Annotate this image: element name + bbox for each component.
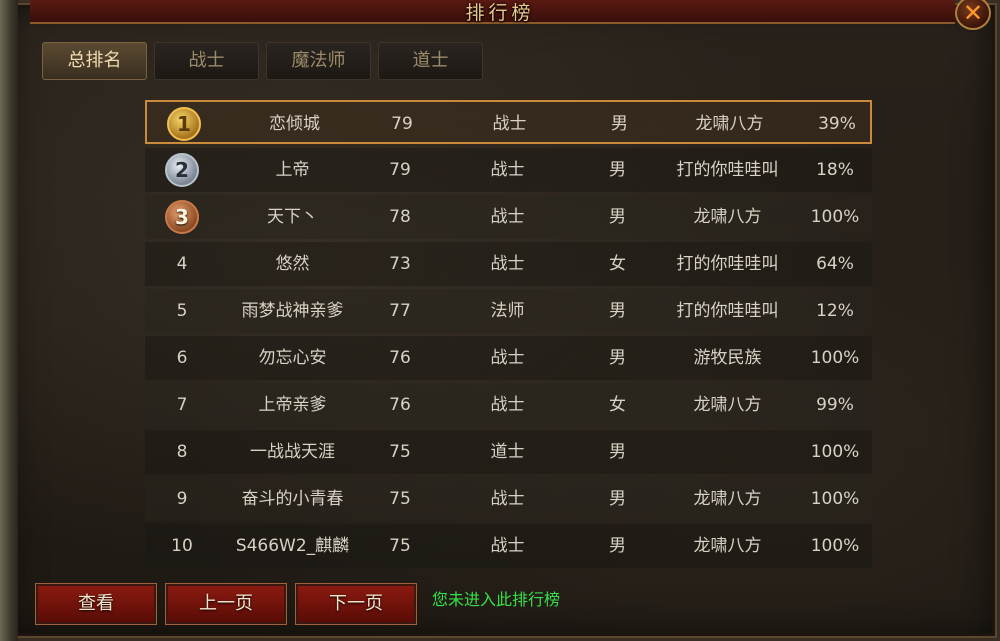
player-guild: 龙啸八方 <box>693 395 762 415</box>
rank-number: 9 <box>176 489 188 509</box>
player-name: 勿忘心安 <box>258 348 327 368</box>
player-job: 道士 <box>490 442 525 462</box>
player-percent: 100% <box>810 348 860 368</box>
player-sex: 男 <box>609 207 626 227</box>
player-guild: 打的你哇哇叫 <box>676 254 779 274</box>
player-guild <box>660 430 795 474</box>
rank-number: 6 <box>176 348 188 368</box>
prev-page-button[interactable]: 上一页 <box>165 583 287 625</box>
player-sex: 男 <box>609 301 626 321</box>
player-name: 恋倾城 <box>269 114 320 134</box>
tab-mage[interactable]: 魔法师 <box>266 42 371 80</box>
player-name: 上帝亲爹 <box>258 395 327 415</box>
player-guild: 游牧民族 <box>693 348 762 368</box>
player-percent: 12% <box>816 301 854 321</box>
player-name: 悠然 <box>275 254 310 274</box>
player-job: 战士 <box>490 254 525 274</box>
rank-number: 10 <box>171 536 193 556</box>
player-level: 79 <box>391 114 413 134</box>
player-guild: 龙啸八方 <box>693 536 762 556</box>
player-level: 75 <box>389 489 411 509</box>
player-job: 战士 <box>490 160 525 180</box>
ranking-row[interactable]: 2 上帝 79 战士 男 打的你哇哇叫 18% <box>145 148 872 192</box>
ranking-row[interactable]: 9 奋斗的小青春 75 战士 男 龙啸八方 100% <box>145 477 872 521</box>
ranking-row[interactable]: 7 上帝亲爹 76 战士 女 龙啸八方 99% <box>145 383 872 427</box>
rank-number: 4 <box>176 254 188 274</box>
player-level: 75 <box>389 442 411 462</box>
player-level: 76 <box>389 348 411 368</box>
player-sex: 女 <box>609 395 626 415</box>
next-page-button[interactable]: 下一页 <box>295 583 417 625</box>
ranking-row[interactable]: 6 勿忘心安 76 战士 男 游牧民族 100% <box>145 336 872 380</box>
player-job: 战士 <box>490 489 525 509</box>
player-guild: 打的你哇哇叫 <box>676 160 779 180</box>
ranking-row[interactable]: 3 天下丶 78 战士 男 龙啸八方 100% <box>145 195 872 239</box>
player-job: 战士 <box>490 348 525 368</box>
player-percent: 99% <box>816 395 854 415</box>
player-level: 78 <box>389 207 411 227</box>
tab-warrior[interactable]: 战士 <box>154 42 259 80</box>
player-guild: 龙啸八方 <box>693 207 762 227</box>
gold-medal-icon: 1 <box>167 107 201 141</box>
player-guild: 龙啸八方 <box>695 114 764 134</box>
rank-number: 7 <box>176 395 188 415</box>
player-sex: 男 <box>609 442 626 462</box>
player-job: 战士 <box>490 207 525 227</box>
player-percent: 100% <box>810 489 860 509</box>
rank-status-notice: 您未进入此排行榜 <box>432 590 561 609</box>
ranking-row[interactable]: 4 悠然 73 战士 女 打的你哇哇叫 64% <box>145 242 872 286</box>
tab-taoist[interactable]: 道士 <box>378 42 483 80</box>
player-job: 法师 <box>490 301 525 321</box>
rank-number: 8 <box>176 442 188 462</box>
ranking-row[interactable]: 10 S466W2_麒麟 75 战士 男 龙啸八方 100% <box>145 524 872 568</box>
view-button[interactable]: 查看 <box>35 583 157 625</box>
player-name: 一战战天涯 <box>250 442 335 462</box>
silver-medal-icon: 2 <box>165 153 199 187</box>
player-percent: 64% <box>816 254 854 274</box>
player-sex: 男 <box>609 536 626 556</box>
window-title: 排行榜 <box>465 2 535 24</box>
player-percent: 100% <box>810 442 860 462</box>
player-guild: 打的你哇哇叫 <box>676 301 779 321</box>
ranking-row[interactable]: 1 恋倾城 79 战士 男 龙啸八方 39% <box>145 100 872 144</box>
player-level: 76 <box>389 395 411 415</box>
player-percent: 100% <box>810 207 860 227</box>
player-percent: 39% <box>818 114 856 134</box>
player-sex: 女 <box>609 254 626 274</box>
player-level: 75 <box>389 536 411 556</box>
player-sex: 男 <box>609 160 626 180</box>
game-world-edge <box>0 0 18 641</box>
player-sex: 男 <box>609 348 626 368</box>
player-level: 73 <box>389 254 411 274</box>
ranking-row[interactable]: 8 一战战天涯 75 道士 男 100% <box>145 430 872 474</box>
player-percent: 100% <box>810 536 860 556</box>
player-guild: 龙啸八方 <box>693 489 762 509</box>
player-name: 雨梦战神亲爹 <box>241 301 344 321</box>
ranking-row[interactable]: 5 雨梦战神亲爹 77 法师 男 打的你哇哇叫 12% <box>145 289 872 333</box>
player-name: 天下丶 <box>267 207 318 227</box>
tab-overall[interactable]: 总排名 <box>42 42 147 80</box>
player-sex: 男 <box>609 489 626 509</box>
close-icon: ✕ <box>962 0 984 27</box>
player-name: 奋斗的小青春 <box>241 489 344 509</box>
player-job: 战士 <box>492 114 527 134</box>
player-level: 77 <box>389 301 411 321</box>
player-name: S466W2_麒麟 <box>235 536 350 556</box>
player-job: 战士 <box>490 536 525 556</box>
player-job: 战士 <box>490 395 525 415</box>
player-percent: 18% <box>816 160 854 180</box>
player-sex: 男 <box>611 114 628 134</box>
player-name: 上帝 <box>275 160 310 180</box>
rank-number: 5 <box>176 301 188 321</box>
bronze-medal-icon: 3 <box>165 200 199 234</box>
player-level: 79 <box>389 160 411 180</box>
